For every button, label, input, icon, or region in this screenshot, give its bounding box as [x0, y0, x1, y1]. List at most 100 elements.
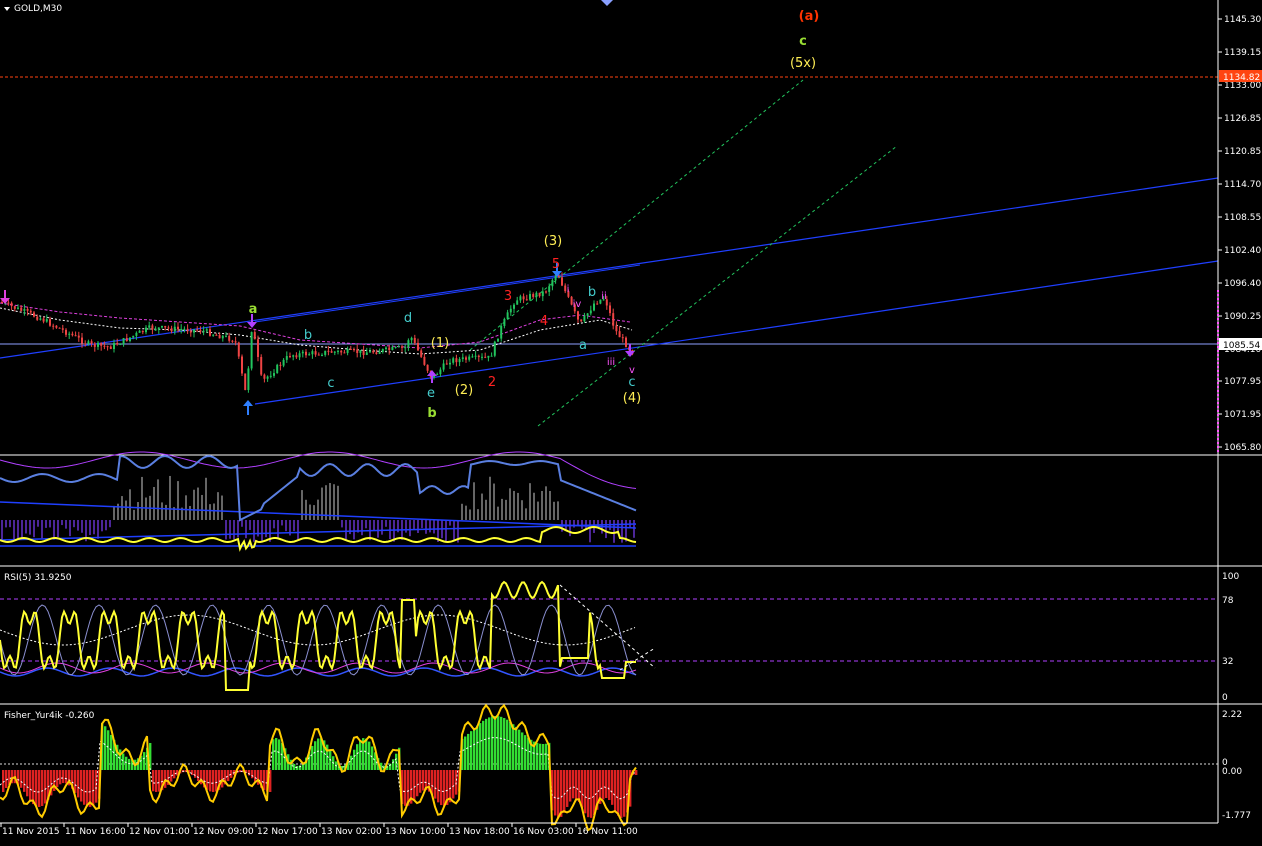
fisher-hist-bar — [482, 720, 485, 770]
chart-window[interactable]: GOLD,M30 (a) c (5x) (3) 5 3 4 2 (1) (2) … — [0, 0, 1262, 842]
candle-body — [141, 330, 144, 333]
candle-body — [391, 346, 394, 351]
candle-body — [205, 329, 208, 331]
channel-upper-line[interactable] — [0, 177, 1219, 359]
price-tick-label: 1120.85 — [1224, 147, 1261, 157]
fisher-pane[interactable]: Fisher_Yur4ik -0.260 2.22 0 0.00 -1.777 — [0, 703, 1251, 832]
time-tick-label: 13 Nov 10:00 — [385, 827, 446, 837]
fisher-hist-bar — [278, 739, 281, 770]
fisher-hist-bar — [521, 732, 524, 770]
fisher-hist-bar — [248, 770, 251, 776]
rsi-axis-32: 32 — [1222, 657, 1233, 667]
candle-body — [90, 341, 93, 344]
candle-body — [321, 354, 323, 356]
fisher-label: Fisher_Yur4ik -0.260 — [4, 711, 95, 721]
candle-body — [285, 356, 288, 360]
candle-body — [487, 355, 490, 358]
wave-label-a-green: a — [249, 302, 258, 317]
candle-body — [109, 346, 112, 349]
fisher-hist-bar — [404, 770, 407, 806]
candle-body — [250, 332, 253, 369]
candle-body — [381, 349, 384, 352]
candle-body — [68, 333, 71, 335]
candle-body — [506, 312, 509, 319]
candle-body — [423, 356, 426, 365]
chart-menu-icon[interactable] — [4, 7, 10, 11]
price-axis[interactable]: 1145.301139.151133.001126.851120.851114.… — [1217, 0, 1262, 455]
fisher-hist-bar — [464, 736, 467, 770]
candle-body — [317, 354, 320, 356]
price-tick-label: 1114.70 — [1224, 180, 1261, 190]
candle-body — [618, 331, 621, 338]
fisher-hist-bar — [191, 770, 194, 776]
rsi-pane[interactable]: RSI(5) 31.9250 100 78 32 0 — [0, 572, 1239, 703]
candle-body — [353, 349, 355, 351]
candle-body — [413, 337, 416, 343]
fisher-hist-bar — [155, 770, 158, 792]
indicator-pane-1[interactable] — [0, 451, 637, 552]
fisher-hist-bar — [617, 770, 620, 816]
candle-body — [113, 343, 115, 349]
candle-body — [410, 337, 413, 341]
fisher-hist-bar — [494, 716, 497, 770]
chart-canvas[interactable]: GOLD,M30 (a) c (5x) (3) 5 3 4 2 (1) (2) … — [0, 0, 1262, 842]
price-tick-label: 1065.80 — [1224, 443, 1261, 453]
candle-body — [541, 291, 544, 297]
fisher-hist-bar — [539, 743, 542, 770]
price-tick-label: 1126.85 — [1224, 114, 1261, 124]
fisher-hist-bar — [38, 770, 41, 807]
channel-mid-line[interactable] — [254, 264, 641, 323]
fisher-hist-bar — [80, 770, 83, 802]
candle-body — [593, 303, 595, 311]
channel-lower-line[interactable] — [254, 260, 1219, 405]
fisher-hist-bar — [107, 730, 110, 770]
fisher-hist-bar — [29, 770, 32, 801]
candle-body — [292, 355, 295, 357]
candle-body — [228, 335, 231, 341]
scroll-marker-icon[interactable] — [601, 0, 613, 6]
fisher-hist-bar — [77, 770, 80, 798]
price-tick-label: 1145.30 — [1224, 15, 1261, 25]
fisher-hist-bar — [197, 770, 200, 781]
candle-body — [417, 342, 419, 351]
candle-body — [106, 346, 109, 348]
candle-body — [33, 312, 35, 317]
candle-body — [58, 327, 61, 329]
candle-body — [225, 335, 227, 337]
fisher-hist-bar — [635, 770, 638, 775]
fisher-hist-bar — [419, 770, 422, 793]
time-tick-label: 11 Nov 16:00 — [65, 827, 126, 837]
symbol-label: GOLD,M30 — [14, 4, 62, 14]
candle-body — [385, 347, 387, 350]
main-pane[interactable]: GOLD,M30 (a) c (5x) (3) 5 3 4 2 (1) (2) … — [0, 0, 1219, 427]
candle-body — [509, 308, 512, 313]
price-tick-label: 1108.55 — [1224, 213, 1261, 223]
candle-body — [301, 351, 304, 354]
wave-label-4-red: 4 — [540, 314, 548, 329]
candle-body — [356, 349, 359, 354]
fisher-hist-bar — [83, 770, 86, 805]
fisher-hist-bar — [32, 770, 35, 805]
candle-body — [439, 369, 442, 375]
fisher-hist-bar — [584, 770, 587, 814]
candle-body — [308, 354, 311, 356]
purple-up-arrow-icon — [427, 370, 437, 383]
fisher-hist-bar — [509, 721, 512, 770]
candlestick-series[interactable] — [1, 271, 634, 393]
candle-body — [212, 334, 215, 336]
candle-body — [241, 356, 243, 374]
candle-body — [189, 331, 192, 333]
fisher-hist-bar — [65, 770, 68, 784]
wave-label-c-small: c — [327, 376, 334, 391]
wave-label-c-purple: c — [628, 375, 635, 390]
candle-body — [170, 328, 173, 332]
fisher-hist-bar — [587, 770, 590, 818]
candle-body — [39, 318, 42, 320]
candle-body — [583, 315, 586, 322]
price-tick-label: 1090.25 — [1224, 312, 1261, 322]
projection-line-1[interactable] — [469, 79, 804, 351]
candle-body — [20, 307, 23, 311]
time-axis[interactable]: 11 Nov 2015 11 Nov 16:00 12 Nov 01:00 12 No… — [0, 822, 1218, 837]
fisher-hist-bar — [152, 770, 155, 792]
fisher-hist-bar — [296, 765, 299, 770]
